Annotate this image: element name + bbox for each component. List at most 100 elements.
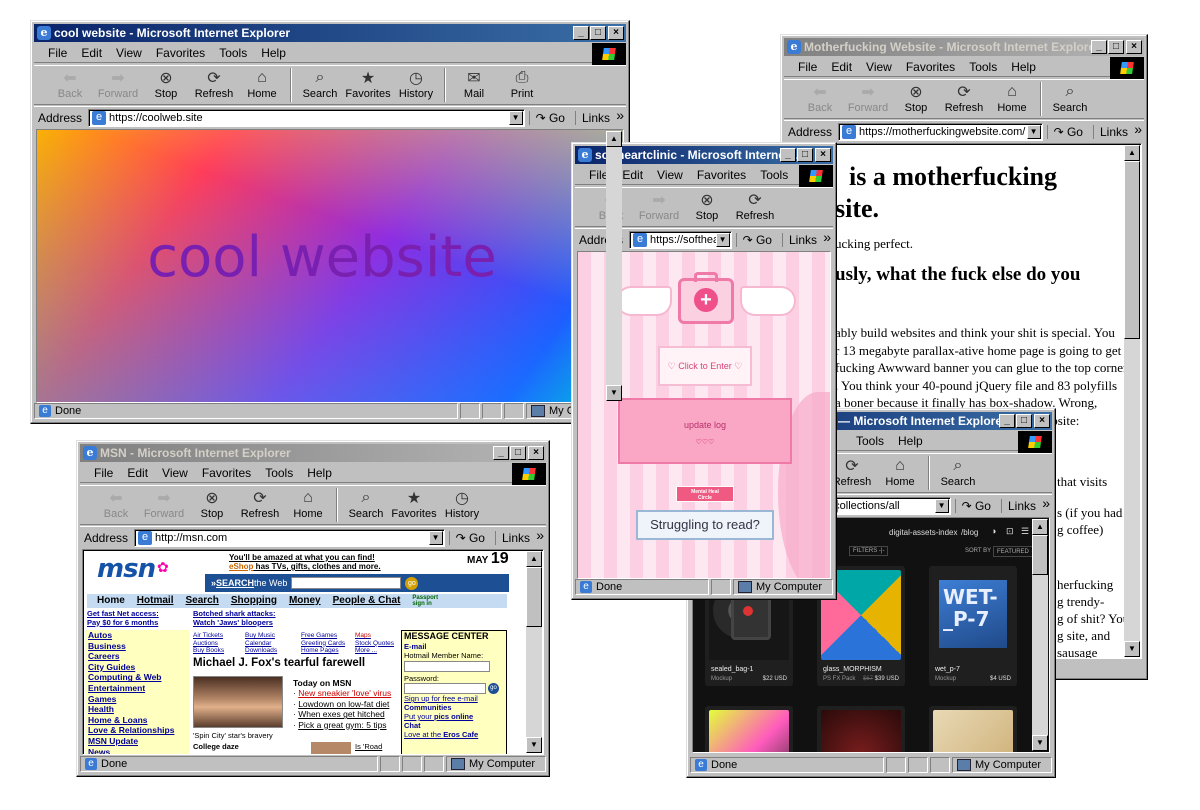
hotmail-member-input[interactable] (404, 661, 490, 672)
nav-search[interactable]: Search (185, 595, 218, 607)
mental-health-circle-badge[interactable]: Mental Heal Circle (676, 486, 734, 502)
menu-favorites[interactable]: Favorites (156, 46, 205, 60)
title-bar[interactable]: e MSN - Microsoft Internet Explorer _ □ × (80, 444, 546, 462)
maximize-button[interactable]: □ (590, 26, 606, 40)
scroll-up-button[interactable]: ▲ (526, 551, 542, 567)
struggling-to-read-button[interactable]: Struggling to read? (636, 510, 774, 540)
menu-edit[interactable]: Edit (831, 60, 852, 74)
search-button[interactable]: ⌕ Search (296, 66, 344, 100)
back-button[interactable]: ⬅Back (796, 80, 844, 114)
menu-edit[interactable]: Edit (622, 168, 643, 182)
minimize-button[interactable]: _ (493, 446, 509, 460)
scroll-down-button[interactable]: ▼ (1032, 735, 1048, 751)
msn-search-go-button[interactable]: go (405, 576, 419, 590)
click-to-enter-button[interactable]: ♡ Click to Enter ♡ (658, 346, 752, 386)
msn-isroad[interactable]: Is 'Road (355, 742, 382, 753)
nav-home[interactable]: Home (97, 595, 125, 607)
msn-promo-right[interactable]: Botched shark attacks: Watch 'Jaws' bloop… (193, 609, 303, 627)
home-button[interactable]: ⌂ Home (284, 486, 332, 520)
scrollbar[interactable]: ▲ ▼ (1124, 145, 1140, 657)
menu-file[interactable]: File (798, 60, 817, 74)
maximize-button[interactable]: □ (797, 148, 813, 162)
address-input[interactable]: https://coolweb.site▼ (88, 108, 525, 127)
search-button[interactable]: ⌕ Search (934, 454, 982, 488)
menu-help[interactable]: Help (261, 46, 286, 60)
scroll-thumb[interactable] (526, 567, 542, 627)
forward-button[interactable]: ➡ Forward (844, 80, 892, 114)
nav-people-chat[interactable]: People & Chat (333, 595, 401, 607)
stop-button[interactable]: ⊗ Stop (683, 188, 731, 222)
msn-headline[interactable]: Michael J. Fox's tearful farewell (193, 658, 365, 669)
refresh-button[interactable]: ⟳ Refresh (940, 80, 988, 114)
home-button[interactable]: ⌂ Home (988, 80, 1036, 114)
scroll-down-button[interactable]: ▼ (1124, 641, 1140, 657)
links-button[interactable]: Links (1092, 121, 1144, 139)
address-dropdown[interactable]: ▼ (934, 498, 949, 513)
favorites-button[interactable]: ★ Favorites (390, 486, 438, 520)
filters-button[interactable]: FILTERS -|- (849, 546, 889, 556)
address-input[interactable]: https://motherfuckingwebsite.com/▼ (838, 122, 1043, 141)
address-dropdown[interactable]: ▼ (1026, 124, 1041, 139)
go-button[interactable]: ↷ Go (528, 110, 571, 125)
menu-help[interactable]: Help (307, 466, 332, 480)
links-button[interactable]: Links (574, 107, 626, 125)
nav-blog[interactable]: /blog (961, 528, 978, 537)
home-button[interactable]: ⌂ Home (238, 66, 286, 100)
menu-favorites[interactable]: Favorites (906, 60, 955, 74)
menu-tools[interactable]: Tools (856, 434, 884, 448)
minimize-button[interactable]: _ (1091, 40, 1107, 54)
msn-promo-left[interactable]: Get fast Net access: Pay $0 for 6 months (87, 609, 187, 627)
history-button[interactable]: ◷ History (438, 486, 486, 520)
maximize-button[interactable]: □ (1108, 40, 1124, 54)
scrollbar[interactable]: ▲ ▼ (1032, 519, 1048, 751)
close-button[interactable]: × (1034, 414, 1050, 428)
hotmail-password-input[interactable] (404, 683, 486, 694)
scroll-thumb[interactable] (1032, 535, 1048, 575)
go-button[interactable]: ↷ Go (954, 498, 997, 513)
title-bar[interactable]: e Motherfucking Website - Microsoft Inter… (784, 38, 1144, 56)
product-card-wet-p7[interactable]: WET-_P-7 wet_p-7 Mockup $4 USD (929, 566, 1017, 686)
history-button[interactable]: ◷ History (392, 66, 440, 100)
menu-tools[interactable]: Tools (969, 60, 997, 74)
forward-button[interactable]: ➡ Forward (140, 486, 188, 520)
menu-edit[interactable]: Edit (81, 46, 102, 60)
forward-button[interactable]: ➡ Forward (94, 66, 142, 100)
links-button[interactable]: Links (494, 527, 546, 545)
maximize-button[interactable]: □ (510, 446, 526, 460)
nav-hotmail[interactable]: Hotmail (137, 595, 174, 607)
scroll-thumb[interactable] (1124, 161, 1140, 339)
product-card-row2-1[interactable] (705, 706, 793, 752)
address-input[interactable]: https://softhea...▼ (629, 230, 732, 249)
menu-favorites[interactable]: Favorites (697, 168, 746, 182)
refresh-button[interactable]: ⟳ Refresh (731, 188, 779, 222)
scroll-up-button[interactable]: ▲ (606, 131, 622, 147)
stop-button[interactable]: ⊗ Stop (142, 66, 190, 100)
theme-toggle-icon[interactable]: ◑ (991, 526, 996, 536)
favorites-button[interactable]: ★ Favorites (344, 66, 392, 100)
nav-money[interactable]: Money (289, 595, 321, 607)
scroll-up-button[interactable]: ▲ (1124, 145, 1140, 161)
home-button[interactable]: ⌂ Home (876, 454, 924, 488)
go-button[interactable]: ↷ Go (735, 232, 778, 247)
go-button[interactable]: ↷ Go (1046, 124, 1089, 139)
menu-view[interactable]: View (657, 168, 683, 182)
minimize-button[interactable]: _ (780, 148, 796, 162)
menu-edit[interactable]: Edit (127, 466, 148, 480)
menu-tools[interactable]: Tools (760, 168, 788, 182)
update-log-panel[interactable]: update log ♡♡♡ (618, 398, 792, 464)
minimize-button[interactable]: _ (999, 414, 1015, 428)
address-dropdown[interactable]: ▼ (508, 110, 523, 125)
address-input[interactable]: http://msn.com▼ (134, 528, 445, 547)
maximize-button[interactable]: □ (1016, 414, 1032, 428)
minimize-button[interactable]: _ (573, 26, 589, 40)
menu-help[interactable]: Help (1011, 60, 1036, 74)
nav-digital-assets-index[interactable]: digital-assets-index (889, 528, 957, 537)
hotmail-go-button[interactable]: go (488, 683, 499, 694)
print-button[interactable]: ⎙ Print (498, 66, 546, 100)
refresh-button[interactable]: ⟳ Refresh (236, 486, 284, 520)
nav-shopping[interactable]: Shopping (231, 595, 277, 607)
close-button[interactable]: × (815, 148, 831, 162)
search-button[interactable]: ⌕ Search (342, 486, 390, 520)
product-card-row2-3[interactable] (929, 706, 1017, 752)
scroll-down-button[interactable]: ▼ (526, 737, 542, 753)
